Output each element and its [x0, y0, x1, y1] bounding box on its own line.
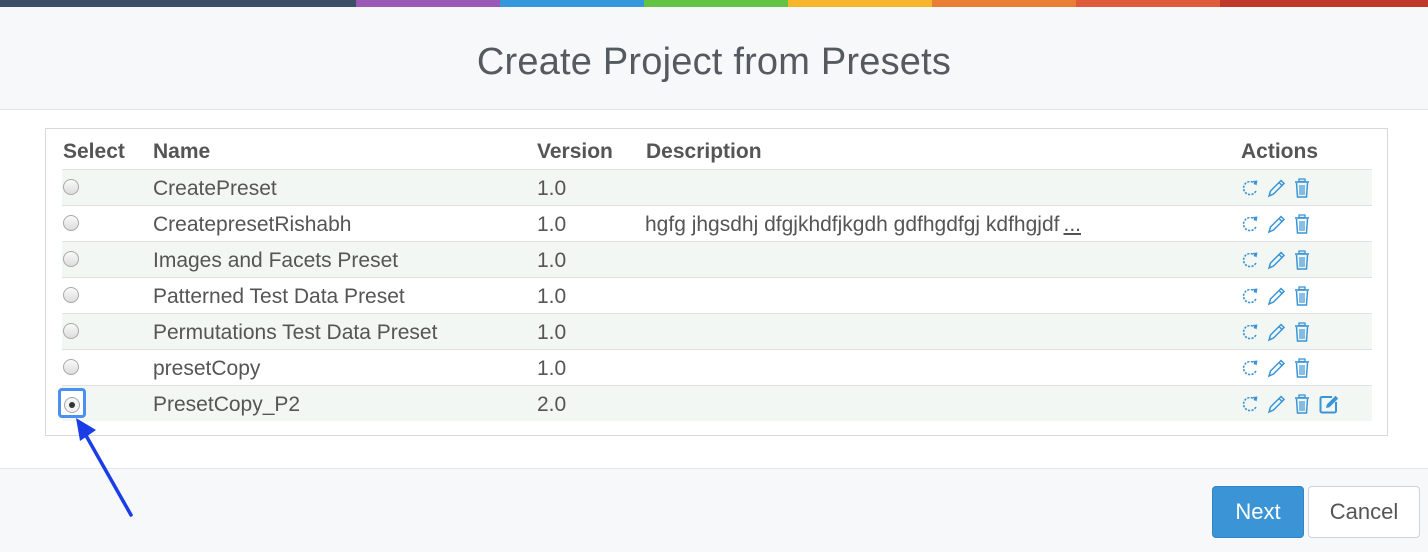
select-radio[interactable]	[63, 251, 79, 267]
table-row: PresetCopy_P2 2.0	[58, 385, 1372, 421]
color-segment	[356, 0, 500, 7]
edit-square-icon[interactable]	[1318, 393, 1339, 415]
row-actions	[1240, 248, 1318, 272]
column-header-select: Select	[63, 140, 125, 163]
preset-name: Permutations Test Data Preset	[153, 321, 438, 344]
table-row: CreatePreset 1.0	[62, 169, 1372, 205]
select-radio[interactable]	[63, 179, 79, 195]
refresh-icon[interactable]	[1240, 321, 1260, 343]
pencil-icon[interactable]	[1266, 357, 1286, 379]
refresh-icon[interactable]	[1240, 213, 1260, 235]
column-header-name: Name	[153, 140, 211, 163]
trash-icon[interactable]	[1292, 249, 1312, 271]
table-row: CreatepresetRishabh 1.0 hgfg jhgsdhj dfgjk…	[62, 205, 1372, 241]
preset-version: 2.0	[537, 393, 567, 416]
table-row: presetCopy 1.0	[62, 349, 1372, 385]
preset-name: PresetCopy_P2	[153, 393, 301, 416]
preset-version: 1.0	[537, 177, 567, 200]
color-segment	[1076, 0, 1220, 7]
column-header-description: Description	[646, 140, 762, 163]
row-actions	[1240, 176, 1318, 200]
refresh-icon[interactable]	[1240, 249, 1260, 271]
row-actions	[1240, 392, 1344, 416]
preset-version: 1.0	[537, 321, 567, 344]
refresh-icon[interactable]	[1240, 393, 1260, 415]
trash-icon[interactable]	[1292, 321, 1312, 343]
color-segment	[1220, 0, 1428, 7]
color-segment	[932, 0, 1076, 7]
trash-icon[interactable]	[1292, 213, 1312, 235]
column-header-version: Version	[537, 140, 613, 163]
pencil-icon[interactable]	[1266, 177, 1286, 199]
preset-name: Patterned Test Data Preset	[153, 285, 405, 308]
color-segment	[644, 0, 788, 7]
description-text: hgfg jhgsdhj dfgjkhdfjkgdh gdfhgdfgj kdf…	[645, 213, 1060, 236]
select-radio[interactable]	[63, 359, 79, 375]
cancel-button[interactable]: Cancel	[1308, 486, 1420, 538]
preset-version: 1.0	[537, 249, 567, 272]
pencil-icon[interactable]	[1266, 249, 1286, 271]
trash-icon[interactable]	[1292, 285, 1312, 307]
next-button[interactable]: Next	[1212, 486, 1304, 538]
pencil-icon[interactable]	[1266, 321, 1286, 343]
preset-name: Images and Facets Preset	[153, 249, 399, 272]
select-radio[interactable]	[63, 215, 79, 231]
trash-icon[interactable]	[1292, 393, 1312, 415]
row-actions	[1240, 284, 1318, 308]
select-radio[interactable]	[63, 323, 79, 339]
refresh-icon[interactable]	[1240, 177, 1260, 199]
dialog-header: Create Project from Presets	[0, 7, 1428, 110]
annotation-arrow	[76, 418, 133, 517]
row-actions	[1240, 356, 1318, 380]
color-segment	[0, 0, 356, 7]
trash-icon[interactable]	[1292, 177, 1312, 199]
preset-version: 1.0	[537, 285, 567, 308]
pencil-icon[interactable]	[1266, 285, 1286, 307]
pencil-icon[interactable]	[1266, 213, 1286, 235]
pencil-icon[interactable]	[1266, 393, 1286, 415]
refresh-icon[interactable]	[1240, 285, 1260, 307]
column-header-actions: Actions	[1241, 140, 1319, 163]
preset-version: 1.0	[537, 357, 567, 380]
preset-name: presetCopy	[153, 357, 261, 380]
table-row: Permutations Test Data Preset 1.0	[62, 313, 1372, 349]
trash-icon[interactable]	[1292, 357, 1312, 379]
more-link[interactable]: ...	[1063, 213, 1081, 236]
color-segment	[788, 0, 932, 7]
preset-version: 1.0	[537, 213, 567, 236]
preset-name: CreatepresetRishabh	[153, 213, 352, 236]
select-radio[interactable]	[63, 287, 79, 303]
row-actions	[1240, 212, 1318, 236]
row-actions	[1240, 320, 1318, 344]
dialog-title: Create Project from Presets	[476, 41, 952, 83]
refresh-icon[interactable]	[1240, 357, 1260, 379]
color-segment	[500, 0, 644, 7]
preset-description: hgfg jhgsdhj dfgjkhdfjkgdh gdfhgdfgj kdf…	[645, 213, 1081, 237]
table-row: Images and Facets Preset 1.0	[62, 241, 1372, 277]
header-color-bar	[0, 0, 1428, 7]
table-row: Patterned Test Data Preset 1.0	[62, 277, 1372, 313]
preset-name: CreatePreset	[153, 177, 277, 200]
